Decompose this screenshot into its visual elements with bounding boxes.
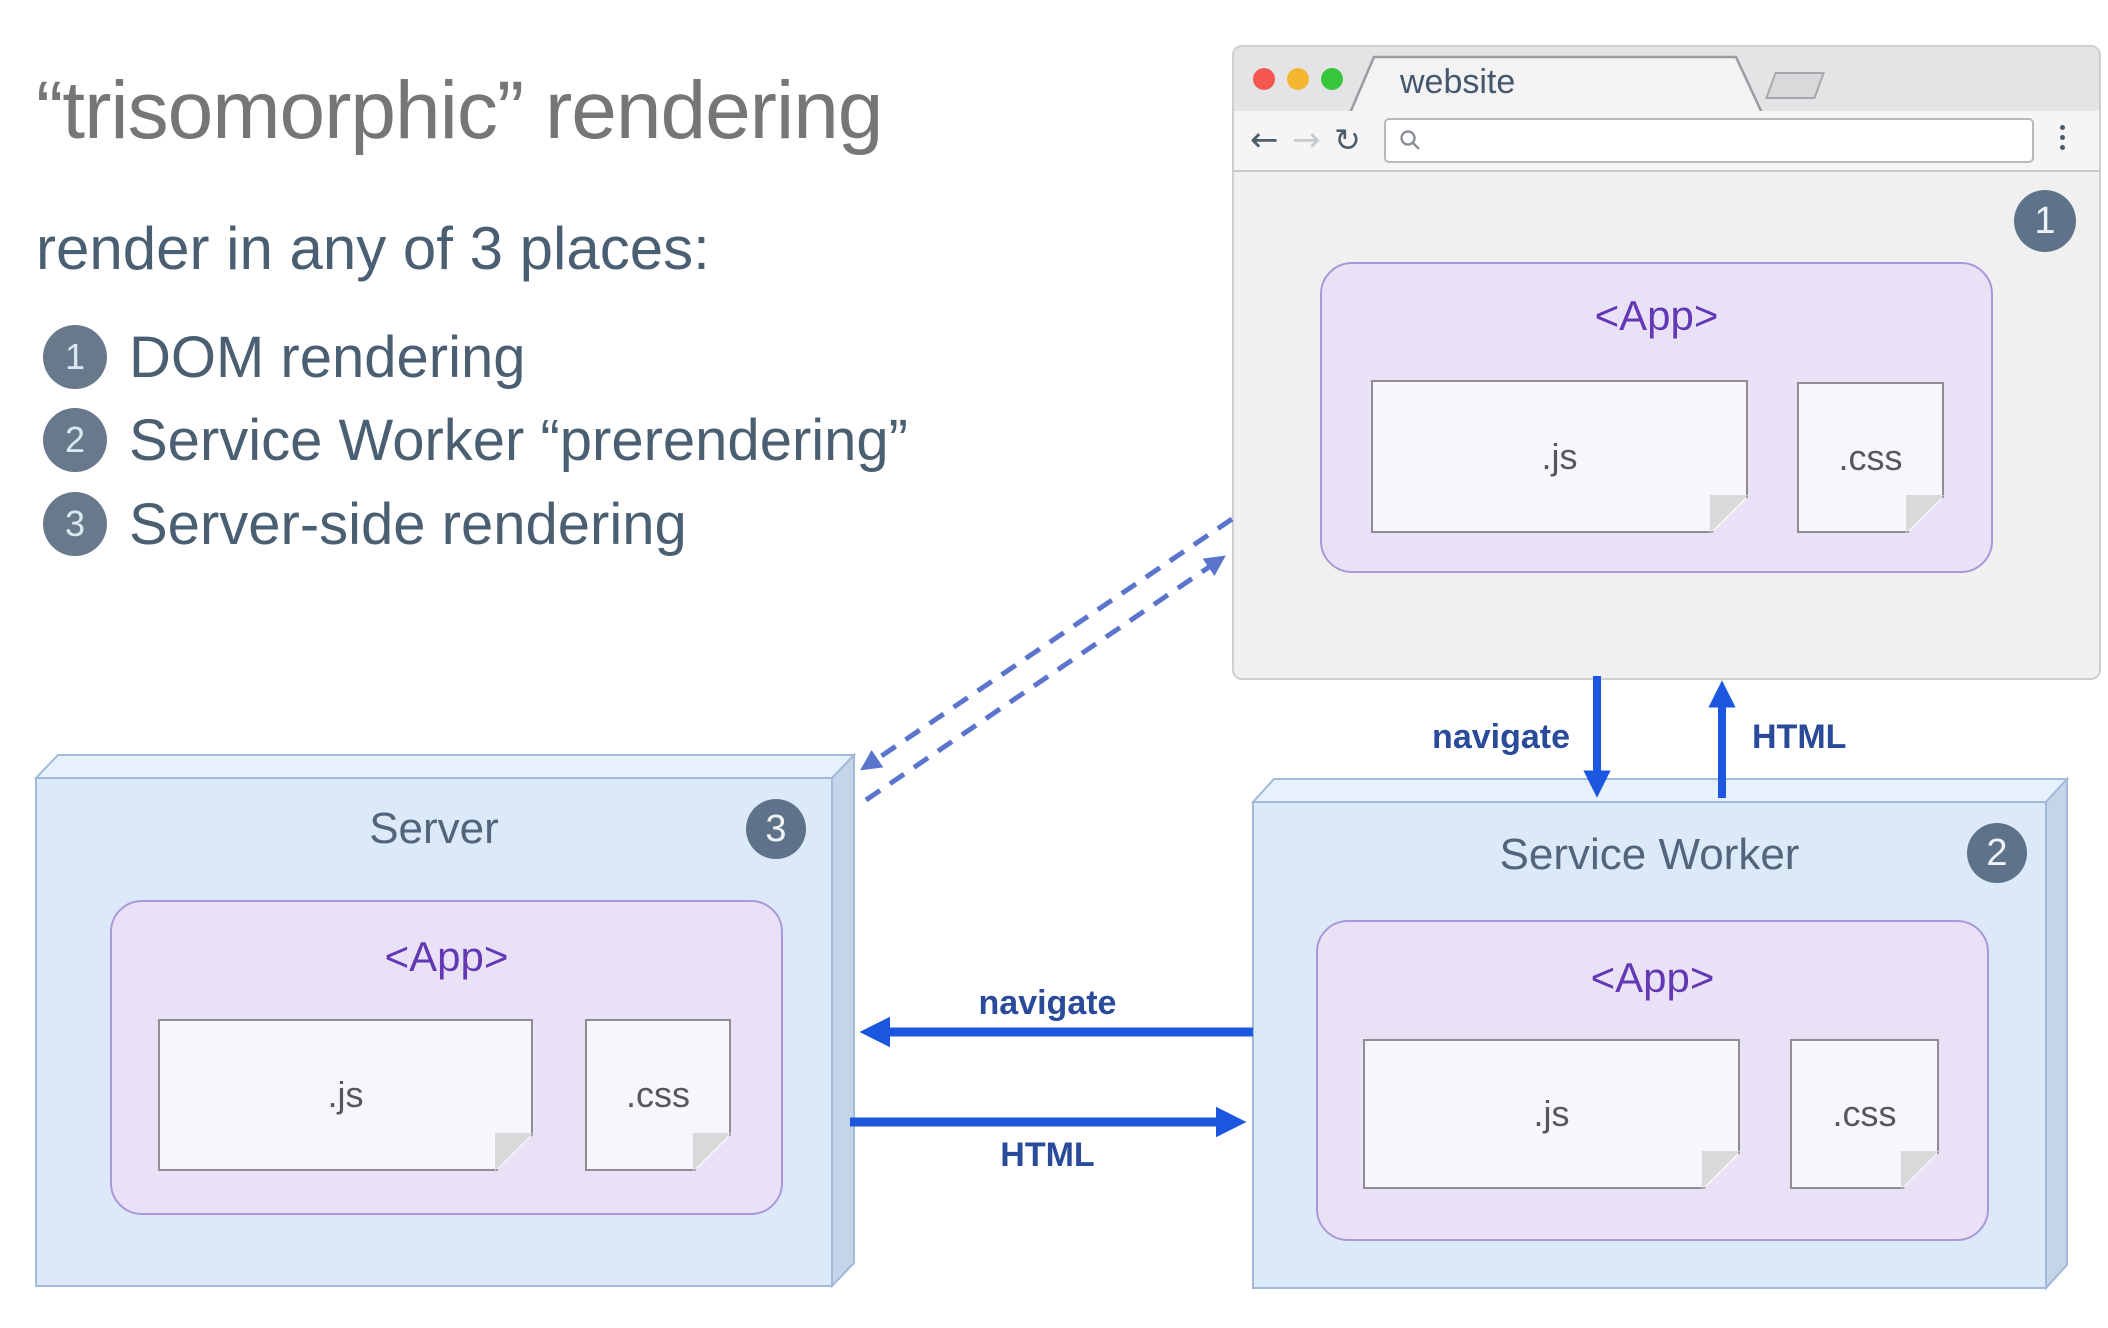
address-bar[interactable] — [1384, 118, 2034, 163]
trisomorphic-rendering-diagram: “trisomorphic” rendering render in any o… — [0, 0, 2108, 1328]
reload-icon[interactable]: ↻ — [1334, 120, 1361, 160]
server-css-file: .css — [585, 1019, 731, 1171]
server-title: Server — [369, 804, 499, 853]
service-worker-css-file-label: .css — [1832, 1093, 1897, 1134]
dashed-arrow-browser-to-server — [860, 516, 1234, 771]
legend-label-1: DOM rendering — [129, 324, 526, 390]
flow-label-html-up: HTML — [1752, 718, 1847, 756]
browser-js-file-label: .js — [1541, 435, 1578, 477]
legend-item-server-side: 3 Server-side rendering — [43, 491, 687, 557]
search-icon — [1400, 130, 1420, 150]
back-icon[interactable]: ← — [1250, 120, 1279, 160]
page-subtitle: render in any of 3 places: — [36, 215, 710, 282]
flow-label-navigate-left: navigate — [978, 984, 1117, 1022]
page-title: “trisomorphic” rendering — [36, 65, 883, 156]
flow-label-navigate-down: navigate — [1432, 718, 1570, 756]
new-tab-button[interactable] — [1765, 72, 1825, 99]
service-worker-js-file-label: .js — [1533, 1093, 1570, 1134]
dashed-arrow-server-to-browser — [864, 555, 1226, 803]
service-worker-css-file: .css — [1790, 1039, 1939, 1189]
server-box-right-face — [831, 752, 855, 1289]
tab-title: website — [1400, 63, 1516, 101]
forward-icon[interactable]: → — [1292, 120, 1321, 160]
server-box-top-face — [33, 754, 857, 779]
service-worker-title: Service Worker — [1499, 830, 1800, 879]
server-js-file-label: .js — [327, 1074, 364, 1115]
flow-label-html-right: HTML — [1000, 1136, 1095, 1174]
step-badge-server: 3 — [746, 799, 806, 859]
server-css-file-label: .css — [625, 1074, 690, 1115]
legend-badge-3: 3 — [43, 492, 107, 556]
step-badge-browser: 1 — [2014, 190, 2076, 252]
legend-label-3: Server-side rendering — [129, 491, 687, 557]
browser-css-file-label: .css — [1838, 436, 1903, 478]
browser-js-file: .js — [1371, 380, 1748, 533]
legend-item-service-worker: 2 Service Worker “prerendering” — [43, 407, 908, 473]
browser-app-label: <App> — [1594, 292, 1719, 339]
server-app-label: <App> — [384, 933, 509, 980]
legend-label-2: Service Worker “prerendering” — [129, 407, 908, 473]
step-badge-service-worker: 2 — [1967, 823, 2027, 883]
browser-css-file: .css — [1797, 382, 1944, 533]
server-js-file: .js — [158, 1019, 533, 1171]
legend-item-dom: 1 DOM rendering — [43, 324, 526, 390]
service-worker-js-file: .js — [1363, 1039, 1740, 1189]
legend-badge-1: 1 — [43, 325, 107, 389]
service-worker-box-top-face — [1250, 778, 2070, 803]
service-worker-box-right-face — [2045, 776, 2068, 1291]
service-worker-app-label: <App> — [1590, 954, 1715, 1001]
browser-tab[interactable] — [1234, 47, 1854, 115]
legend-badge-2: 2 — [43, 408, 107, 472]
browser-menu-icon[interactable] — [2060, 125, 2065, 150]
browser-toolbar: ← → ↻ — [1234, 111, 2099, 172]
